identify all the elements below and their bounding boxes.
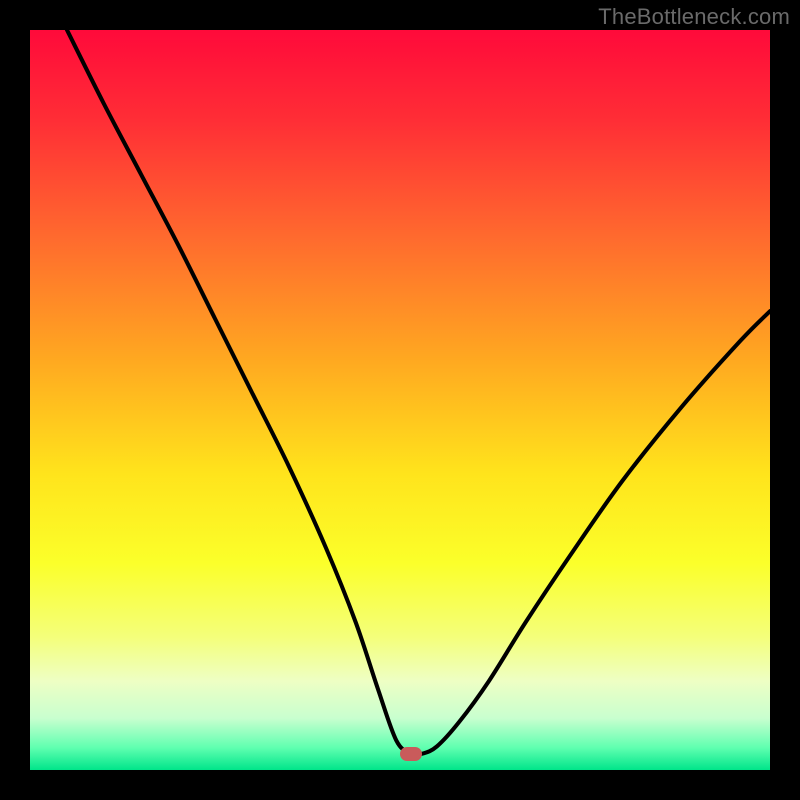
curve-layer — [30, 30, 770, 770]
optimal-marker — [400, 747, 422, 761]
plot-area — [30, 30, 770, 770]
watermark-text: TheBottleneck.com — [598, 4, 790, 30]
bottleneck-curve — [67, 30, 770, 755]
